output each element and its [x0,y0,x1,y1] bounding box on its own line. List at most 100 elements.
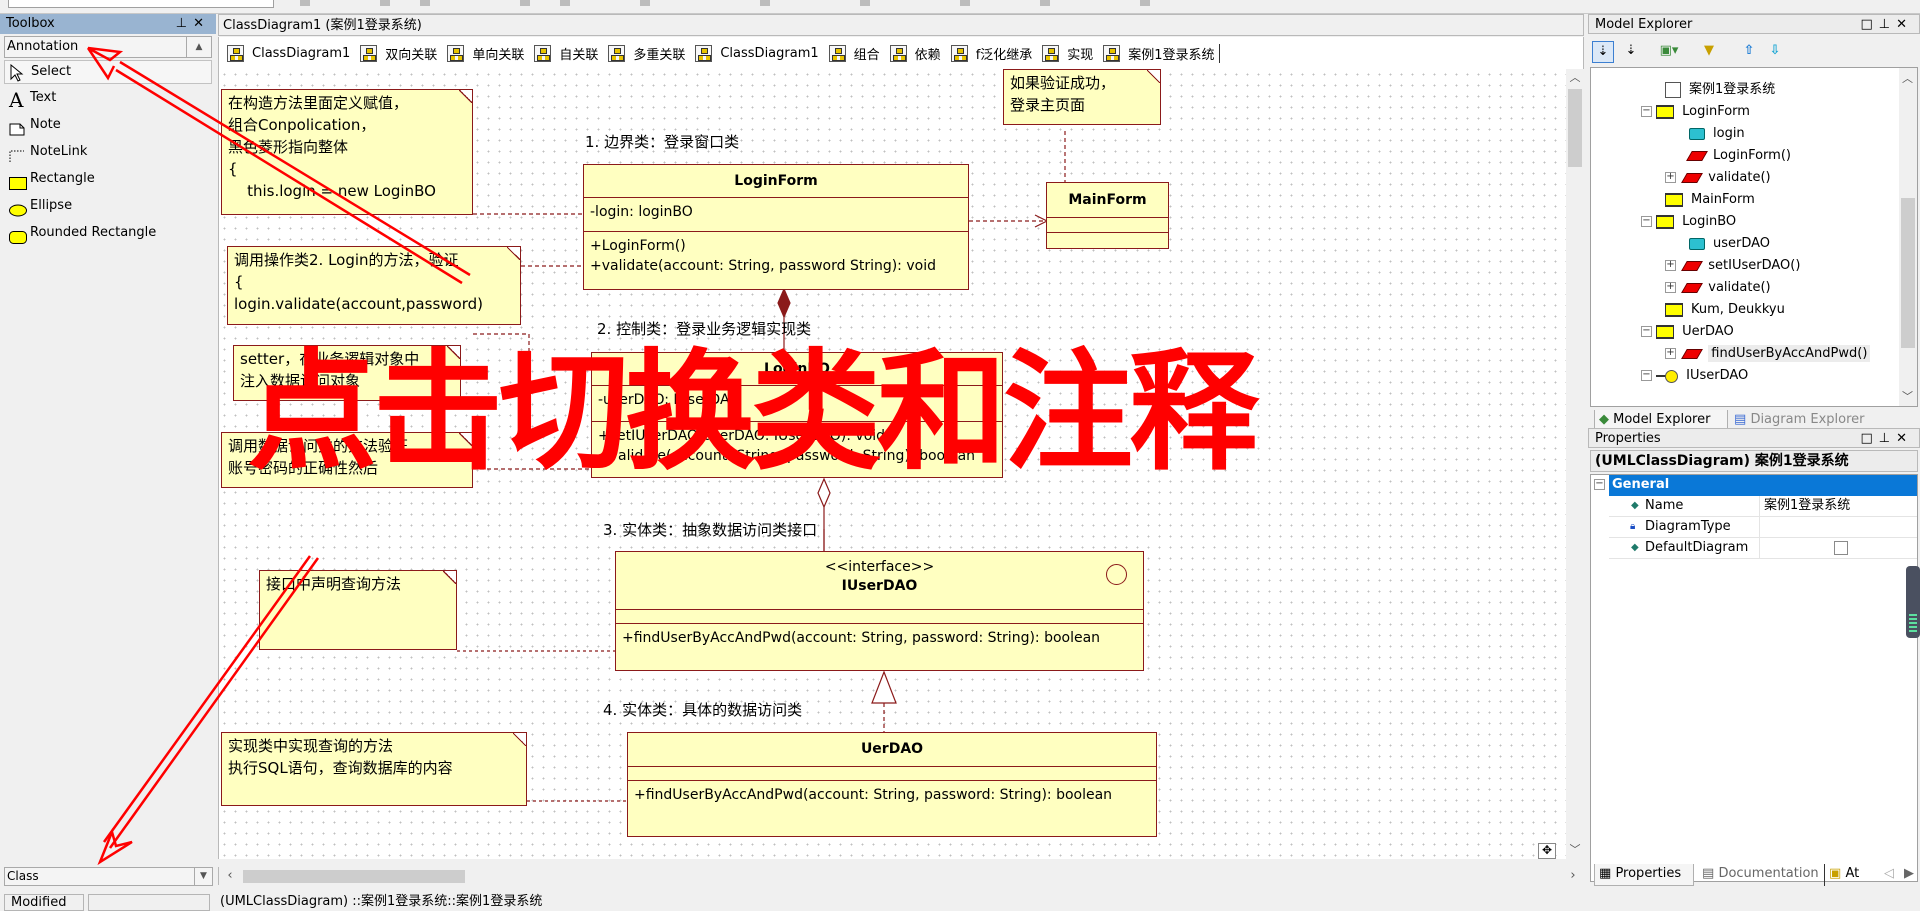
tree-item-partial[interactable]: —— —— [1659,68,1715,79]
toolbar-button[interactable] [1140,0,1150,6]
side-widget[interactable] [1906,566,1920,638]
scroll-right-icon[interactable]: › [1564,867,1582,885]
move-down-icon[interactable]: ⇩ [1764,41,1786,63]
tool-notelink[interactable]: NoteLink [0,138,216,165]
toolbar-combo[interactable] [8,0,274,8]
tree-item-userdao[interactable]: userDAO [1689,233,1770,255]
default-diagram-checkbox[interactable] [1834,541,1848,555]
move-up-icon[interactable]: ⇧ [1738,41,1760,63]
tab-classdiagram1[interactable]: ClassDiagram1 [227,44,350,62]
expand-icon[interactable]: + [1665,348,1676,359]
tree-item-loginbo[interactable]: − LoginBO [1641,211,1736,233]
tab-dependency[interactable]: 依赖 [889,44,941,63]
note-constructor[interactable]: 在构造方法里面定义赋值， 组合Conpolication， 黑色菱形指向整体 {… [221,89,473,215]
tree-item-loginform-validate[interactable]: + validate() [1665,167,1771,189]
toolbar-button[interactable] [1040,0,1050,6]
navigator-move-icon[interactable]: ✥ [1538,843,1556,859]
maximize-icon[interactable]: □ [1860,431,1878,446]
pin-icon[interactable]: ⊥ [1879,17,1896,32]
tree-item-finduser[interactable]: + findUserByAccAndPwd() [1665,343,1871,365]
tool-ellipse[interactable]: Ellipse [0,192,216,219]
diagram-vertical-scrollbar[interactable]: ︿ ﹀ [1566,69,1584,859]
tree-item-setiuserdao[interactable]: + setIUserDAO() [1665,255,1800,277]
toolbar-button[interactable] [760,0,770,6]
scroll-left-icon[interactable]: ‹ [221,867,239,885]
tree-item-iuserdao[interactable]: − IUserDAO [1641,365,1748,387]
scroll-down-icon[interactable]: ﹀ [1566,841,1584,859]
tree-item-loginbo-validate[interactable]: + validate() [1665,277,1771,299]
collapse-icon[interactable]: − [1641,326,1652,337]
note-implementation[interactable]: 实现类中实现查询的方法 执行SQL语句，查询数据库的内容 [221,732,527,806]
collapse-icon[interactable]: − [1641,106,1652,117]
tab-properties[interactable]: ▦ Properties [1594,864,1694,886]
tab-bidirectional-association[interactable]: 双向关联 [360,44,437,63]
toolbar-button[interactable] [520,0,530,6]
tab-composition[interactable]: 组合 [828,44,880,63]
expand-icon[interactable]: + [1665,260,1676,271]
toolbar-button[interactable] [300,0,310,6]
note-interface[interactable]: 接口中声明查询方法 [259,570,457,650]
maximize-icon[interactable]: □ [1860,17,1878,32]
scroll-up-icon[interactable]: ︿ [1902,70,1913,86]
property-diagramtype[interactable]: 🔒︎ DiagramType [1609,517,1917,538]
tab-attachments[interactable]: ▣ At [1824,864,1859,886]
sort-alpha-icon[interactable]: ⇣ [1620,41,1642,63]
property-grid[interactable]: − General ◆ Name 案例1登录系统 🔒︎ DiagramType … [1590,474,1918,882]
scroll-down-icon[interactable]: ﹀ [1902,388,1913,404]
class-uerdao[interactable]: UerDAO +findUserByAccAndPwd(account: Str… [627,732,1157,837]
filter-icon[interactable]: ▼ [1698,41,1720,63]
tab-generalization[interactable]: f泛化继承 [950,44,1032,63]
diagram-horizontal-scrollbar[interactable]: ‹ › [218,867,1584,885]
toolbar-button[interactable] [960,0,970,6]
tab-classdiagram1-b[interactable]: ClassDiagram1 [695,44,819,62]
class-loginform[interactable]: LoginForm -login: loginBO +LoginForm() +… [583,164,969,290]
note-validate[interactable]: 调用操作类2. Login的方法，验证 { login.validate(acc… [227,246,521,325]
group-general[interactable]: − General [1591,475,1917,496]
collapse-icon[interactable]: − [1641,370,1652,381]
tab-unidirectional-association[interactable]: 单向关联 [447,44,524,63]
close-icon[interactable]: ✕ [1896,431,1913,446]
tool-select[interactable]: Select [4,60,212,84]
toolbox-category-class[interactable]: Class [4,867,196,886]
property-name[interactable]: ◆ Name 案例1登录系统 [1609,496,1917,517]
expand-icon[interactable]: + [1665,172,1676,183]
toolbar-button[interactable] [420,0,430,6]
toolbar-button[interactable] [380,0,390,6]
tool-note[interactable]: Note [0,111,216,138]
tree-item-kum[interactable]: Kum, Deukkyu [1665,299,1785,321]
scroll-thumb[interactable] [243,870,465,883]
view-options-icon[interactable]: ▣▾ [1658,41,1680,63]
class-mainform[interactable]: MainForm [1046,182,1169,249]
tab-realization[interactable]: 实现 [1042,44,1093,63]
pin-icon[interactable]: ⊥ [176,16,193,31]
toolbox-category-annotation[interactable]: Annotation ▲ [4,36,212,58]
toolbar-button[interactable] [560,0,570,6]
tab-scroll-right-icon[interactable]: ▶ [1900,864,1914,886]
chevron-down-icon[interactable]: ▼ [194,867,213,886]
pin-icon[interactable]: ⊥ [1879,431,1896,446]
close-icon[interactable]: ✕ [1896,17,1913,32]
tree-item-loginform[interactable]: − LoginForm [1641,101,1750,123]
property-defaultdiagram[interactable]: ◆ DefaultDiagram [1609,538,1917,559]
collapse-up-icon[interactable]: ▲ [186,36,212,58]
tab-login-system[interactable]: 案例1登录系统 [1103,43,1220,63]
close-icon[interactable]: ✕ [193,16,210,31]
collapse-icon[interactable]: − [1594,479,1605,490]
tab-self-association[interactable]: 自关联 [534,44,598,63]
tool-text[interactable]: A Text [0,84,216,112]
note-success[interactable]: 如果验证成功， 登录主页面 [1003,69,1161,125]
diagram-canvas[interactable]: 1. 边界类：登录窗口类 2. 控制类：登录业务逻辑实现类 3. 实体类：抽象数… [218,69,1566,859]
scroll-thumb[interactable] [1901,198,1915,348]
tool-rectangle[interactable]: Rectangle [0,165,216,192]
property-value[interactable]: 案例1登录系统 [1759,496,1917,517]
scroll-thumb[interactable] [1568,89,1582,167]
model-tree-scrollbar[interactable]: ︿ ﹀ [1899,68,1917,406]
scroll-up-icon[interactable]: ︿ [1566,69,1584,87]
interface-iuserdao[interactable]: <<interface>> IUserDAO +findUserByAccAnd… [615,551,1144,671]
model-tree[interactable]: —— —— 案例1登录系统 − LoginForm login LoginFor… [1590,67,1918,407]
collapse-icon[interactable]: − [1641,216,1652,227]
tree-item-uerdao[interactable]: − UerDAO [1641,321,1734,343]
tab-scroll-left-icon[interactable]: ◁ [1880,864,1894,886]
tree-item-loginform-ctor[interactable]: LoginForm() [1686,145,1791,167]
toolbar-button[interactable] [860,0,870,6]
